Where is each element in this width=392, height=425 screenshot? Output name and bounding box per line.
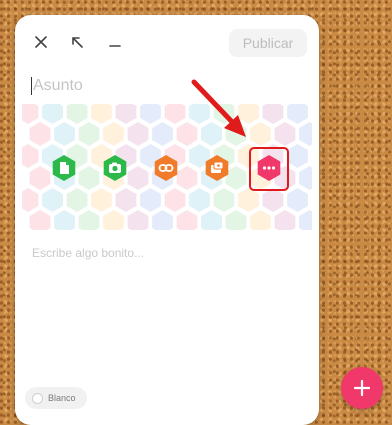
decorative-hexagon	[127, 210, 149, 230]
close-icon	[35, 36, 47, 48]
decorative-hexagon	[54, 122, 75, 146]
expand-arrow-icon	[72, 37, 83, 48]
background-color-label: Blanco	[48, 393, 76, 403]
radio-dot-icon	[32, 392, 43, 404]
publish-button[interactable]: Publicar	[229, 29, 307, 57]
decorative-hexagon	[250, 210, 271, 230]
decorative-hexagon	[29, 122, 51, 146]
decorative-hexagon	[189, 188, 210, 212]
decorative-hexagon	[127, 122, 149, 146]
document-icon	[52, 155, 76, 181]
decorative-hexagon	[262, 104, 284, 124]
plus-icon	[354, 380, 370, 396]
decorative-hexagon	[287, 144, 308, 168]
decorative-hexagon	[42, 104, 63, 124]
decorative-hexagon	[103, 210, 124, 230]
decorative-hexagon	[115, 188, 137, 212]
decorative-hexagon	[66, 188, 88, 212]
decorative-hexagon	[201, 210, 222, 230]
decorative-hexagon	[238, 188, 259, 212]
decorative-hexagon	[91, 104, 112, 124]
annotation-highlight-box	[249, 147, 289, 191]
attach-document-button[interactable]	[50, 154, 78, 182]
camera-icon	[103, 155, 127, 181]
decorative-hexagon	[274, 210, 296, 230]
decorative-hexagon	[299, 166, 312, 190]
link-icon	[154, 155, 178, 181]
decorative-hexagon	[115, 104, 137, 124]
decorative-hexagon	[287, 188, 308, 212]
decorative-hexagon	[274, 122, 296, 146]
decorative-hexagon	[29, 210, 51, 230]
photo-gallery-icon	[205, 155, 229, 181]
add-post-button[interactable]	[341, 367, 383, 409]
decorative-hexagon	[103, 122, 124, 146]
decorative-hexagon	[152, 210, 173, 230]
decorative-hexagon	[127, 166, 149, 190]
annotation-arrow-icon	[191, 79, 246, 137]
decorative-hexagon	[299, 210, 312, 230]
decorative-hexagon	[299, 122, 312, 146]
decorative-hexagon	[54, 210, 75, 230]
decorative-hexagon	[287, 104, 308, 124]
decorative-hexagon	[262, 188, 284, 212]
decorative-hexagon	[140, 104, 161, 124]
decorative-hexagon	[213, 188, 235, 212]
decorative-hexagon	[164, 188, 186, 212]
close-button[interactable]	[30, 31, 52, 53]
body-input[interactable]: Escribe algo bonito...	[32, 246, 144, 260]
decorative-hexagon	[152, 122, 173, 146]
minimize-button[interactable]	[104, 31, 126, 53]
minimize-icon	[109, 45, 121, 47]
text-caret	[31, 77, 32, 95]
decorative-hexagon	[22, 104, 39, 124]
decorative-hexagon	[78, 210, 100, 230]
decorative-hexagon	[140, 188, 161, 212]
background-color-toggle[interactable]: Blanco	[25, 387, 87, 409]
decorative-hexagon	[78, 166, 100, 190]
decorative-hexagon	[29, 166, 51, 190]
decorative-hexagon	[22, 188, 39, 212]
decorative-hexagon	[225, 210, 247, 230]
decorative-hexagon	[22, 144, 39, 168]
decorative-hexagon	[176, 210, 198, 230]
decorative-hexagon	[91, 188, 112, 212]
decorative-hexagon	[78, 122, 100, 146]
decorative-hexagon	[42, 188, 63, 212]
subject-placeholder: Asunto	[33, 77, 83, 94]
decorative-hexagon	[66, 104, 88, 124]
attach-camera-button[interactable]	[101, 154, 129, 182]
attach-link-button[interactable]	[152, 154, 180, 182]
expand-button[interactable]	[66, 31, 88, 53]
attach-gallery-button[interactable]	[203, 154, 231, 182]
